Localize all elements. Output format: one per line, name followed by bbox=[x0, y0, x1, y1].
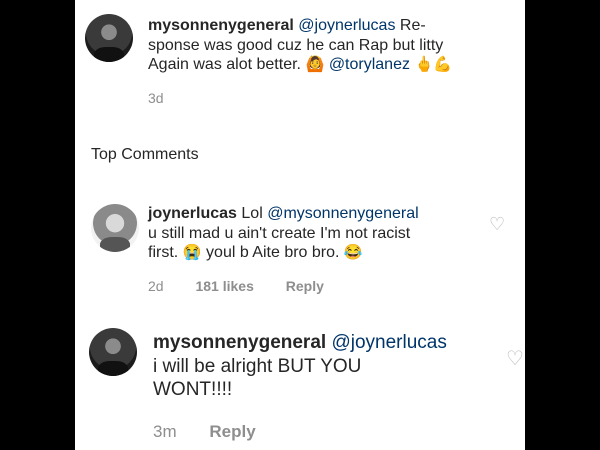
emoji-icon: 🙆 bbox=[305, 56, 325, 74]
comment-text: mysonnenygeneral @joynerlucas i will be … bbox=[153, 331, 498, 402]
emoji-icon: 😂 bbox=[343, 244, 363, 262]
comment-username[interactable]: mysonnenygeneral bbox=[153, 332, 326, 353]
comment-mention[interactable]: @mysonnenygeneral bbox=[267, 205, 418, 222]
comment-username[interactable]: mysonnenygeneral bbox=[148, 17, 294, 34]
comment-text-line: Lol bbox=[241, 205, 263, 222]
comment-meta: 3d bbox=[148, 90, 192, 106]
comment-username[interactable]: joynerlucas bbox=[148, 205, 237, 222]
avatar[interactable] bbox=[91, 204, 139, 252]
comment-text-line: WONT!!!! bbox=[153, 379, 233, 401]
comment-text-line: youl b Aite bro bro. bbox=[206, 244, 340, 262]
heart-icon[interactable]: ♡ bbox=[489, 214, 505, 235]
likes-count[interactable]: 181 likes bbox=[195, 278, 253, 294]
comment-mention[interactable]: @joynerlucas bbox=[331, 332, 446, 353]
reply-button[interactable]: Reply bbox=[209, 422, 255, 441]
comment-time: 3m bbox=[153, 422, 177, 441]
comment-mention[interactable]: @torylanez bbox=[329, 56, 410, 73]
section-title: Top Comments bbox=[91, 146, 199, 163]
emoji-icon: 😭 bbox=[182, 244, 202, 262]
heart-icon[interactable]: ♡ bbox=[506, 346, 524, 371]
comment-text-line: Re- bbox=[399, 17, 426, 34]
comment-text-line: first. bbox=[148, 244, 179, 262]
reply-button[interactable]: Reply bbox=[286, 278, 324, 294]
comment-meta: 2d 181 likes Reply bbox=[148, 278, 352, 294]
comment-time: 3d bbox=[148, 90, 164, 106]
comment-text: joynerlucas Lol @mysonnenygeneral u stil… bbox=[148, 204, 488, 263]
comment-text-line: sponse was good cuz he can Rap but litty bbox=[148, 36, 444, 54]
comment-text-line: Again was alot better. bbox=[148, 56, 301, 74]
comment-mention[interactable]: @joynerlucas bbox=[298, 17, 395, 34]
comment-meta: 3m Reply bbox=[153, 422, 284, 442]
comments-panel: mysonnenygeneral @joynerlucas Re- sponse… bbox=[75, 0, 525, 450]
comment-text: mysonnenygeneral @joynerlucas Re- sponse… bbox=[148, 16, 518, 75]
comment-text-line: u still mad u ain't create I'm not racis… bbox=[148, 224, 411, 242]
avatar[interactable] bbox=[85, 14, 133, 62]
avatar[interactable] bbox=[89, 328, 137, 376]
emoji-icon: 🖕💪 bbox=[414, 56, 453, 74]
comment-text-line: i will be alright BUT YOU bbox=[153, 355, 362, 377]
comment-time: 2d bbox=[148, 278, 164, 294]
